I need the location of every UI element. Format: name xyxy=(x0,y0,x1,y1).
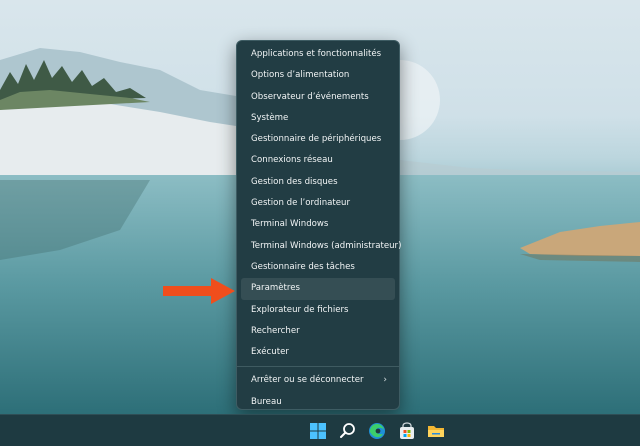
menu-item-computer-management[interactable]: Gestion de l’ordinateur xyxy=(241,193,395,214)
edge-browser-icon[interactable] xyxy=(367,421,387,441)
windows-start-icon[interactable] xyxy=(308,421,328,441)
menu-item-system[interactable]: Système xyxy=(241,108,395,129)
menu-item-event-viewer[interactable]: Observateur d’événements xyxy=(241,87,395,108)
menu-item-file-explorer[interactable]: Explorateur de fichiers xyxy=(241,300,395,321)
arrow-pointer-icon xyxy=(163,278,235,304)
menu-separator xyxy=(237,366,399,368)
microsoft-store-icon[interactable] xyxy=(397,421,417,441)
search-icon[interactable] xyxy=(338,421,358,441)
menu-item-task-manager[interactable]: Gestionnaire des tâches xyxy=(241,257,395,278)
menu-item-disk-management[interactable]: Gestion des disques xyxy=(241,172,395,193)
menu-item-network-connections[interactable]: Connexions réseau xyxy=(241,150,395,171)
menu-item-search[interactable]: Rechercher xyxy=(241,321,395,342)
menu-item-power-options[interactable]: Options d’alimentation xyxy=(241,65,395,86)
menu-item-shutdown-label: Arrêter ou se déconnecter xyxy=(251,375,364,386)
file-explorer-icon[interactable] xyxy=(426,421,446,441)
menu-item-terminal-admin[interactable]: Terminal Windows (administrateur) xyxy=(241,236,401,257)
menu-item-settings[interactable]: Paramètres xyxy=(241,278,395,300)
menu-item-apps-features[interactable]: Applications et fonctionnalités xyxy=(241,44,395,65)
menu-item-shutdown-signout[interactable]: Arrêter ou se déconnecter › xyxy=(241,370,395,391)
taskbar xyxy=(0,414,640,446)
winx-context-menu: Applications et fonctionnalités Options … xyxy=(236,40,401,413)
chevron-right-icon: › xyxy=(383,375,387,386)
menu-item-device-manager[interactable]: Gestionnaire de périphériques xyxy=(241,129,395,150)
menu-item-run[interactable]: Exécuter xyxy=(241,342,395,363)
menu-item-desktop[interactable]: Bureau xyxy=(241,392,395,413)
menu-item-terminal[interactable]: Terminal Windows xyxy=(241,214,395,235)
